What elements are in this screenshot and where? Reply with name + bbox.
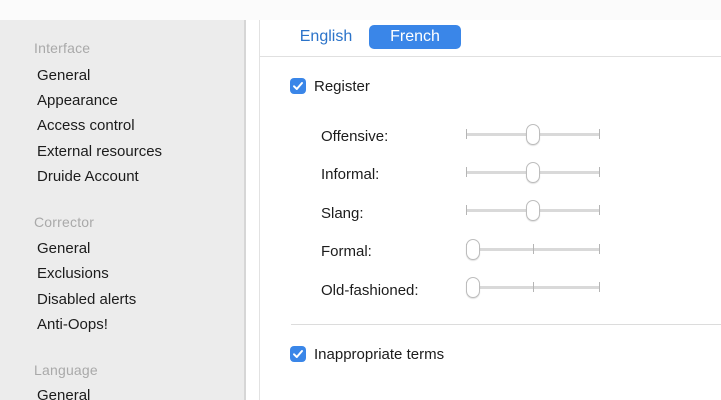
slider-tick [533,282,534,292]
tab-english[interactable]: English [293,25,359,49]
formal-slider[interactable] [466,239,600,260]
slider-tick [466,167,467,177]
sidebar [0,0,246,400]
slider-label-offensive: Offensive: [321,128,389,145]
slider-tick [599,205,600,215]
informal-slider[interactable] [466,162,600,183]
slider-knob[interactable] [526,200,540,221]
slider-tick [599,244,600,254]
slider-label-formal: Formal: [321,243,372,260]
offensive-slider[interactable] [466,124,600,145]
register-label: Register [314,78,370,95]
settings-top-strip [246,0,721,20]
checkmark-icon [293,350,303,358]
slang-slider[interactable] [466,200,600,221]
sidebar-item-external-resources[interactable]: External resources [37,143,162,160]
sidebar-item-corrector-general[interactable]: General [37,240,90,257]
sidebar-item-exclusions[interactable]: Exclusions [37,265,109,282]
slider-label-slang: Slang: [321,205,364,222]
sidebar-item-language-general[interactable]: General [37,387,90,400]
slider-tick [599,129,600,139]
register-checkbox[interactable] [290,78,306,94]
sidebar-item-appearance[interactable]: Appearance [37,92,118,109]
sidebar-item-anti-oops[interactable]: Anti-Oops! [37,316,108,333]
sidebar-item-druide-account[interactable]: Druide Account [37,168,139,185]
inappropriate-terms-label: Inappropriate terms [314,346,445,363]
slider-tick [599,167,600,177]
old-fashioned-slider[interactable] [466,277,600,298]
slider-knob[interactable] [526,162,540,183]
slider-knob[interactable] [526,124,540,145]
checkmark-icon [293,82,303,90]
section-divider [291,324,721,325]
slider-tick [466,205,467,215]
slider-label-old-fashioned: Old-fashioned: [321,282,419,299]
tab-divider [260,56,721,57]
tab-french[interactable]: French [369,25,461,49]
inappropriate-terms-checkbox[interactable] [290,346,306,362]
content-separator [259,20,260,400]
slider-tick [533,244,534,254]
sidebar-item-interface-general[interactable]: General [37,67,90,84]
section-header-language: Language [34,362,98,378]
sidebar-top-strip [0,0,246,20]
section-header-corrector: Corrector [34,214,95,230]
slider-label-informal: Informal: [321,166,380,183]
slider-knob[interactable] [466,239,480,260]
sidebar-item-access-control[interactable]: Access control [37,117,135,134]
section-header-interface: Interface [34,40,91,56]
slider-tick [599,282,600,292]
slider-knob[interactable] [466,277,480,298]
sidebar-item-disabled-alerts[interactable]: Disabled alerts [37,291,136,308]
slider-tick [466,129,467,139]
